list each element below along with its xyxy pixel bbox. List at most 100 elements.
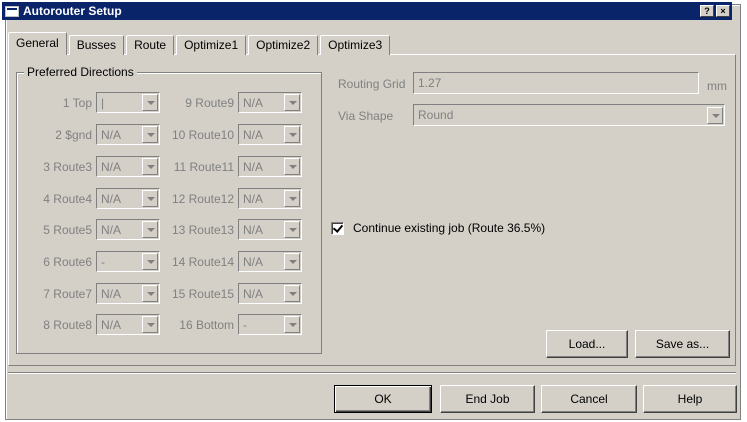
direction-select[interactable]: N/A [238, 188, 302, 209]
tab-optimize1[interactable]: Optimize1 [176, 35, 247, 55]
layer-label: 3 Route3 [43, 159, 92, 174]
direction-select[interactable]: N/A [238, 251, 302, 272]
layer-label: 15 Route15 [171, 286, 234, 301]
title-bar: Autorouter Setup ? × [2, 2, 732, 20]
via-shape-select[interactable]: Round [413, 104, 725, 126]
chevron-down-icon[interactable] [142, 253, 158, 270]
layer-label: 14 Route14 [171, 254, 234, 269]
layer-row: 5 Route5 N/A [36, 219, 160, 240]
chevron-down-icon[interactable] [707, 106, 723, 124]
end-job-button[interactable]: End Job [440, 385, 535, 413]
chevron-down-icon[interactable] [142, 94, 158, 111]
tab-general[interactable]: General [8, 32, 67, 55]
direction-select[interactable]: N/A [238, 283, 302, 304]
close-title-button[interactable]: × [716, 5, 730, 17]
chevron-down-icon[interactable] [142, 316, 158, 333]
layer-label: 7 Route7 [43, 286, 92, 301]
chevron-down-icon[interactable] [284, 126, 300, 143]
tab-optimize2[interactable]: Optimize2 [248, 35, 319, 55]
direction-select[interactable]: N/A [96, 188, 160, 209]
chevron-down-icon[interactable] [142, 190, 158, 207]
layer-label: 5 Route5 [43, 222, 92, 237]
tab-optimize3[interactable]: Optimize3 [320, 35, 391, 55]
tab-busses[interactable]: Busses [68, 35, 125, 55]
chevron-down-icon[interactable] [142, 221, 158, 238]
direction-select[interactable]: N/A [96, 283, 160, 304]
direction-value: N/A [243, 254, 264, 269]
layer-label: 9 Route9 [185, 95, 234, 110]
continue-job-checkbox[interactable] [331, 221, 344, 235]
layer-row: 4 Route4 N/A [36, 188, 160, 209]
direction-select[interactable]: N/A [96, 156, 160, 177]
chevron-down-icon[interactable] [284, 285, 300, 302]
direction-value: N/A [243, 222, 264, 237]
preferred-directions-group [16, 72, 322, 354]
chevron-down-icon[interactable] [284, 253, 300, 270]
routing-grid-input[interactable]: 1.27 [413, 72, 699, 94]
window-icon [5, 5, 19, 17]
via-shape-label: Via Shape [338, 109, 394, 123]
layer-row: 2 $gnd N/A [36, 124, 160, 145]
layer-row: 14 Route14 N/A [168, 251, 302, 272]
direction-select[interactable]: N/A [96, 124, 160, 145]
save-as-button[interactable]: Save as... [635, 330, 730, 358]
direction-select[interactable]: N/A [238, 219, 302, 240]
chevron-down-icon[interactable] [284, 190, 300, 207]
direction-value: N/A [101, 286, 122, 301]
layer-row: 1 Top | [36, 92, 160, 113]
load-button[interactable]: Load... [546, 330, 628, 358]
direction-value: N/A [101, 159, 122, 174]
direction-value: N/A [243, 191, 264, 206]
direction-value: N/A [243, 159, 264, 174]
tab-route[interactable]: Route [126, 35, 175, 55]
chevron-down-icon[interactable] [284, 158, 300, 175]
layer-label: 16 Bottom [179, 317, 234, 332]
chevron-down-icon[interactable] [142, 285, 158, 302]
chevron-down-icon[interactable] [142, 158, 158, 175]
layer-label: 10 Route10 [171, 127, 234, 142]
direction-value: N/A [101, 222, 122, 237]
layer-label: 6 Route6 [43, 254, 92, 269]
direction-value: - [243, 317, 247, 332]
direction-select[interactable]: - [238, 314, 302, 335]
layer-label: 1 Top [62, 95, 92, 110]
layer-label: 4 Route4 [43, 191, 92, 206]
window-title: Autorouter Setup [23, 4, 122, 18]
layer-row: 13 Route13 N/A [168, 219, 302, 240]
direction-value: N/A [243, 95, 264, 110]
preferred-directions-label: Preferred Directions [24, 65, 137, 79]
help-button[interactable]: Help [643, 385, 737, 413]
layer-row: 12 Route12 N/A [168, 188, 302, 209]
cancel-button[interactable]: Cancel [541, 385, 637, 413]
direction-value: N/A [101, 127, 122, 142]
chevron-down-icon[interactable] [284, 94, 300, 111]
layer-row: 8 Route8 N/A [36, 314, 160, 335]
direction-value: | [101, 95, 105, 110]
direction-select[interactable]: N/A [96, 314, 160, 335]
direction-select[interactable]: N/A [238, 92, 302, 113]
direction-select[interactable]: N/A [96, 219, 160, 240]
layer-label: 13 Route13 [171, 222, 234, 237]
direction-value: N/A [101, 191, 122, 206]
chevron-down-icon[interactable] [284, 316, 300, 333]
direction-select[interactable]: N/A [238, 156, 302, 177]
tab-strip: General Busses Route Optimize1 Optimize2… [8, 32, 392, 55]
layer-row: 10 Route10 N/A [168, 124, 302, 145]
layer-row: 3 Route3 N/A [36, 156, 160, 177]
chevron-down-icon[interactable] [142, 126, 158, 143]
layer-row: 6 Route6 - [36, 251, 160, 272]
layer-label: 11 Route11 [173, 159, 234, 174]
via-shape-value: Round [418, 108, 454, 122]
direction-value: N/A [243, 286, 264, 301]
direction-select[interactable]: N/A [238, 124, 302, 145]
help-title-button[interactable]: ? [700, 5, 714, 17]
direction-select[interactable]: - [96, 251, 160, 272]
layer-label: 12 Route12 [171, 191, 234, 206]
separator [8, 372, 736, 374]
chevron-down-icon[interactable] [284, 221, 300, 238]
continue-job-option[interactable]: Continue existing job (Route 36.5%) [331, 221, 545, 235]
direction-select[interactable]: | [96, 92, 160, 113]
ok-button[interactable]: OK [334, 385, 432, 413]
layer-row: 7 Route7 N/A [36, 283, 160, 304]
continue-job-label: Continue existing job (Route 36.5%) [353, 221, 546, 235]
